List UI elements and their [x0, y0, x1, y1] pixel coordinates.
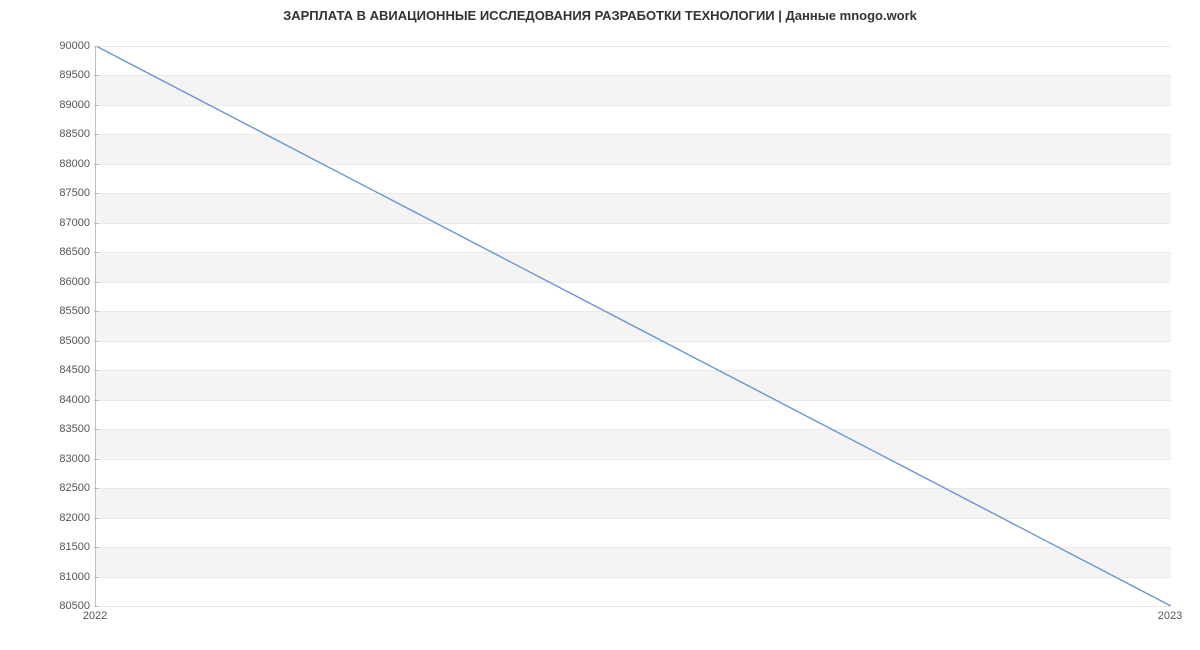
gridline [96, 46, 1171, 47]
y-tick-label: 81000 [45, 571, 90, 583]
gridline [96, 459, 1171, 460]
plot-band [96, 193, 1171, 222]
y-tick-label: 89000 [45, 99, 90, 111]
y-tick-label: 86000 [45, 276, 90, 288]
gridline [96, 282, 1171, 283]
y-tick-label: 88000 [45, 158, 90, 170]
y-tick-label: 85500 [45, 305, 90, 317]
gridline [96, 311, 1171, 312]
gridline [96, 518, 1171, 519]
gridline [96, 75, 1171, 76]
gridline [96, 400, 1171, 401]
gridline [96, 370, 1171, 371]
gridline [96, 577, 1171, 578]
plot-band [96, 311, 1171, 340]
plot-band [96, 547, 1171, 576]
gridline [96, 429, 1171, 430]
gridline [96, 223, 1171, 224]
y-tick-label: 86500 [45, 246, 90, 258]
y-tick-label: 87500 [45, 187, 90, 199]
y-tick-label: 88500 [45, 128, 90, 140]
plot-area [95, 46, 1171, 607]
y-tick-label: 89500 [45, 69, 90, 81]
y-tick-label: 84000 [45, 394, 90, 406]
x-tick-label: 2023 [1158, 610, 1182, 622]
plot-band [96, 134, 1171, 163]
y-tick-label: 84500 [45, 364, 90, 376]
gridline [96, 193, 1171, 194]
chart-title: ЗАРПЛАТА В АВИАЦИОННЫЕ ИССЛЕДОВАНИЯ РАЗР… [0, 8, 1200, 23]
gridline [96, 341, 1171, 342]
y-tick-label: 83000 [45, 453, 90, 465]
plot-band [96, 75, 1171, 104]
y-tick-label: 83500 [45, 423, 90, 435]
y-tick-label: 87000 [45, 217, 90, 229]
plot-band [96, 488, 1171, 517]
gridline [96, 606, 1171, 607]
plot-band [96, 429, 1171, 458]
gridline [96, 252, 1171, 253]
gridline [96, 134, 1171, 135]
x-tick-label: 2022 [83, 610, 107, 622]
plot-band [96, 370, 1171, 399]
chart-container: ЗАРПЛАТА В АВИАЦИОННЫЕ ИССЛЕДОВАНИЯ РАЗР… [0, 0, 1200, 650]
gridline [96, 105, 1171, 106]
y-tick-label: 82000 [45, 512, 90, 524]
y-tick-label: 81500 [45, 541, 90, 553]
gridline [96, 488, 1171, 489]
plot-band [96, 252, 1171, 281]
gridline [96, 164, 1171, 165]
y-tick-label: 90000 [45, 40, 90, 52]
y-tick-label: 82500 [45, 482, 90, 494]
y-tick-label: 85000 [45, 335, 90, 347]
gridline [96, 547, 1171, 548]
